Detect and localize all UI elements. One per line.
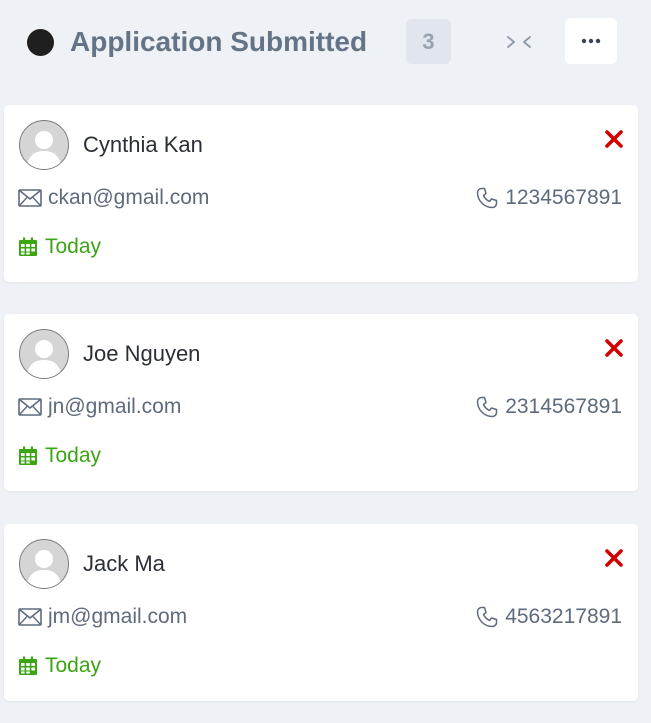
email-row: jn@gmail.com — [18, 392, 181, 422]
applied-date: Today — [45, 444, 102, 467]
applied-date: Today — [45, 235, 102, 258]
envelope-icon — [18, 189, 42, 207]
remove-button[interactable] — [602, 546, 626, 570]
calendar-icon — [19, 446, 37, 465]
user-silhouette-icon — [26, 340, 62, 378]
date-row: Today — [18, 651, 101, 681]
date-row: Today — [18, 441, 101, 471]
close-icon — [605, 549, 623, 567]
collapse-button[interactable] — [496, 22, 544, 62]
candidate-email[interactable]: jm@gmail.com — [48, 605, 187, 629]
email-row: jm@gmail.com — [18, 602, 187, 632]
column-title: Application Submitted — [70, 26, 368, 57]
status-dot-icon — [27, 29, 54, 56]
count-badge: 3 — [406, 19, 451, 64]
candidate-card[interactable]: Jack Ma jm@gmail.com 4563217891 Today — [4, 524, 638, 701]
more-options-button[interactable] — [565, 18, 617, 64]
phone-row: 4563217891 — [475, 602, 622, 632]
candidate-phone[interactable]: 2314567891 — [505, 395, 622, 419]
candidate-phone[interactable]: 4563217891 — [505, 605, 622, 629]
candidate-email[interactable]: ckan@gmail.com — [48, 186, 209, 210]
user-silhouette-icon — [26, 550, 62, 588]
candidate-name[interactable]: Jack Ma — [83, 549, 165, 579]
date-row: Today — [18, 232, 101, 262]
envelope-icon — [18, 608, 42, 626]
calendar-icon — [19, 656, 37, 675]
candidate-email[interactable]: jn@gmail.com — [48, 395, 181, 419]
calendar-icon — [19, 237, 37, 256]
avatar — [19, 329, 69, 379]
remove-button[interactable] — [602, 127, 626, 151]
avatar — [19, 539, 69, 589]
user-silhouette-icon — [26, 131, 62, 169]
candidate-name[interactable]: Joe Nguyen — [83, 339, 200, 369]
close-icon — [605, 339, 623, 357]
candidate-card[interactable]: Joe Nguyen jn@gmail.com 2314567891 Today — [4, 314, 638, 491]
applied-date: Today — [45, 654, 102, 677]
ellipsis-icon — [581, 38, 601, 44]
phone-row: 1234567891 — [475, 183, 622, 213]
phone-icon — [476, 187, 498, 209]
phone-icon — [476, 606, 498, 628]
column-header: Application Submitted 3 — [0, 0, 651, 90]
remove-button[interactable] — [602, 336, 626, 360]
close-icon — [605, 130, 623, 148]
candidate-name[interactable]: Cynthia Kan — [83, 130, 203, 160]
envelope-icon — [18, 398, 42, 416]
phone-icon — [476, 396, 498, 418]
candidate-card[interactable]: Cynthia Kan ckan@gmail.com 1234567891 To… — [4, 105, 638, 282]
collapse-arrows-icon — [507, 36, 531, 48]
avatar — [19, 120, 69, 170]
email-row: ckan@gmail.com — [18, 183, 209, 213]
candidate-phone[interactable]: 1234567891 — [505, 186, 622, 210]
phone-row: 2314567891 — [475, 392, 622, 422]
